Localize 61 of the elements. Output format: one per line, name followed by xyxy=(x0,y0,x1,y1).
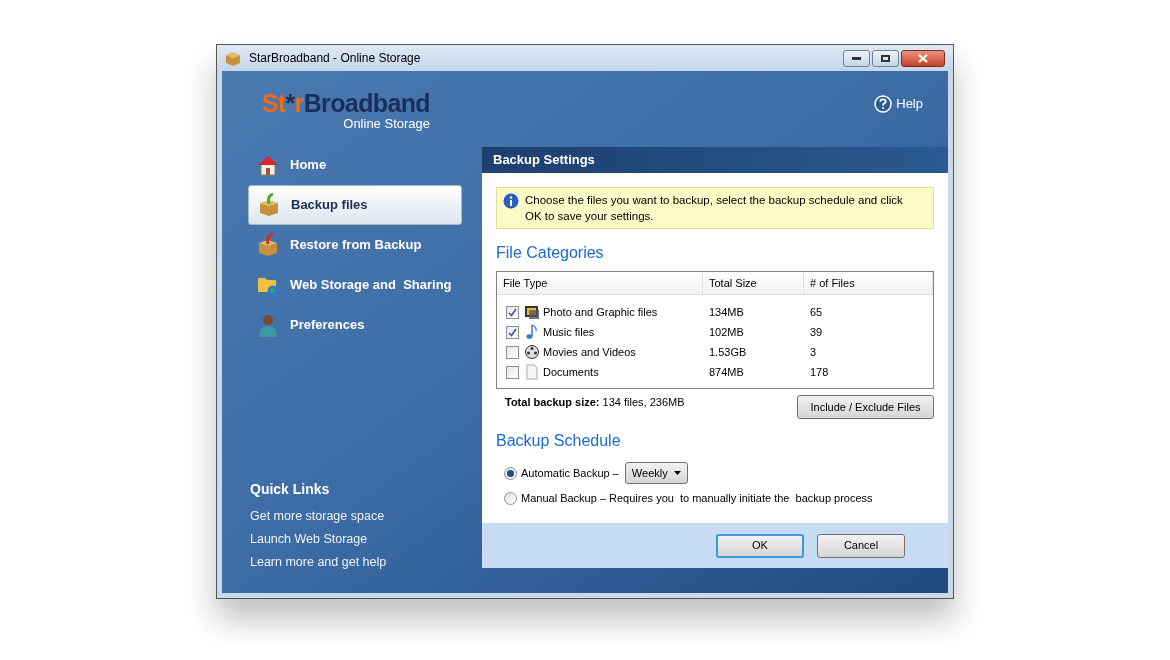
sidebar-item[interactable]: Preferences xyxy=(248,305,462,345)
sidebar-item[interactable]: Home xyxy=(248,145,462,185)
brand-logo: St*rBroadband xyxy=(261,91,430,116)
minimize-button[interactable] xyxy=(843,49,870,67)
music-note-icon xyxy=(524,324,540,340)
table-cell-text: Music files xyxy=(543,324,595,340)
table-cell-text: 1.53GB xyxy=(708,344,748,360)
table-cell-text: Movies and Videos xyxy=(543,344,636,360)
info-icon xyxy=(503,193,519,209)
quick-links-heading: Quick Links xyxy=(250,480,331,499)
help-button[interactable]: Help xyxy=(874,94,923,114)
column-header[interactable]: # of Files xyxy=(804,272,933,294)
radio-label: Automatic Backup – xyxy=(521,465,619,481)
radio-button[interactable] xyxy=(504,466,517,480)
help-icon xyxy=(874,94,893,113)
table-cell-text: 39 xyxy=(809,324,824,340)
house-icon xyxy=(256,153,280,177)
include-exclude-button[interactable]: Include / Exclude Files xyxy=(797,395,934,419)
close-button[interactable] xyxy=(901,49,945,67)
window-title: StarBroadband - Online Storage xyxy=(249,50,422,67)
section-heading: File Categories xyxy=(496,243,605,263)
person-icon xyxy=(256,313,280,337)
column-header[interactable]: File Type xyxy=(497,272,703,294)
sidebar-item[interactable]: Web Storage and Sharing xyxy=(248,265,462,305)
photo-icon xyxy=(524,304,540,320)
checkbox[interactable] xyxy=(506,345,519,359)
close-icon xyxy=(918,53,928,63)
radio-label: Manual Backup – Requires you to manually initiate the backup process xyxy=(521,490,873,506)
maximize-button[interactable] xyxy=(872,49,899,67)
radio-button[interactable] xyxy=(504,491,517,505)
table-cell-text: 3 xyxy=(809,344,818,360)
table-cell-text: 874MB xyxy=(708,364,745,380)
table-cell-text: 178 xyxy=(809,364,830,380)
quick-link[interactable]: Get more storage space xyxy=(250,508,462,525)
info-text: Choose the files you want to backup, select the backup schedule and click OK to save your settings. xyxy=(525,193,904,224)
box-icon xyxy=(225,50,241,66)
checkbox[interactable] xyxy=(506,305,519,319)
box-icon xyxy=(256,233,280,257)
sidebar-item[interactable]: Backup files xyxy=(248,185,462,225)
dialog-button[interactable]: Cancel xyxy=(817,533,905,558)
caret-icon xyxy=(673,471,681,475)
sidebar-item[interactable]: Restore from Backup xyxy=(248,225,462,265)
section-heading: Backup Schedule xyxy=(496,431,622,451)
quick-link[interactable]: Launch Web Storage xyxy=(250,531,462,548)
table-cell-text: Documents xyxy=(543,364,599,380)
quick-link[interactable]: Learn more and get help xyxy=(250,554,462,571)
document-icon xyxy=(524,364,540,380)
checkbox[interactable] xyxy=(506,365,519,379)
checkbox[interactable] xyxy=(506,325,519,339)
table-cell-text: 102MB xyxy=(708,324,745,340)
box-icon xyxy=(257,193,281,217)
table-cell-text: 65 xyxy=(809,304,824,320)
logo-subtitle: Online Storage xyxy=(343,117,430,130)
frequency-dropdown[interactable]: Weekly xyxy=(624,462,688,484)
dialog-button[interactable]: OK xyxy=(716,533,804,558)
total-size-text: Total backup size: 134 files, 236MB xyxy=(504,395,685,410)
panel-title: Backup Settings xyxy=(493,151,595,170)
column-header[interactable]: Total Size xyxy=(703,272,804,294)
table-cell-text: Photo and Graphic files xyxy=(543,304,658,320)
table-cell-text: 134MB xyxy=(708,304,745,320)
film-reel-icon xyxy=(524,344,540,360)
